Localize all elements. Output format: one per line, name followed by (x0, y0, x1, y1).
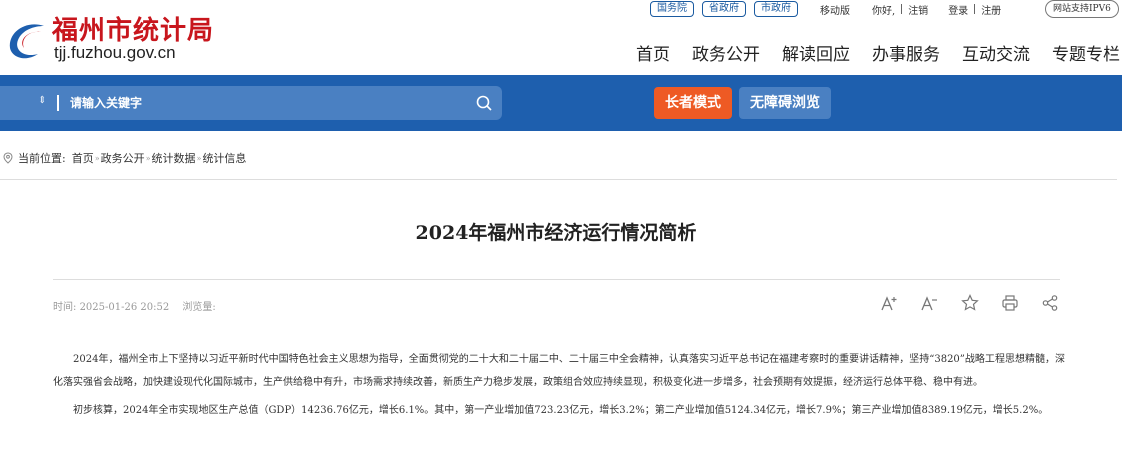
search-icon[interactable] (476, 95, 492, 111)
font-increase-icon[interactable] (880, 293, 900, 313)
divider (974, 4, 976, 14)
share-icon[interactable] (1040, 293, 1060, 313)
elder-mode-button[interactable]: 长者模式 (654, 87, 732, 119)
breadcrumb: 当前位置: 首页 » 政务公开 » 统计数据 » 统计信息 (0, 150, 246, 166)
breadcrumb-separator: » (94, 153, 100, 163)
views-label: 浏览量: (182, 302, 216, 313)
breadcrumb-stat-data[interactable]: 统计数据 (152, 150, 196, 166)
breadcrumb-gov-affairs[interactable]: 政务公开 (101, 150, 145, 166)
nav-interpretation[interactable]: 解读回应 (782, 40, 850, 65)
accessible-browse-button[interactable]: 无障碍浏览 (739, 87, 831, 119)
greeting: 你好, (872, 5, 896, 17)
search-divider (57, 95, 59, 111)
link-register[interactable]: 注册 (981, 2, 1001, 17)
search-band: ⇕ 长者模式 无障碍浏览 (0, 75, 1122, 131)
article-paragraph: 2024年，福州全市上下坚持以习近平新时代中国特色社会主义思想为指导，全面贯彻党… (53, 354, 1065, 388)
article-paragraph: 初步核算，2024年全市实现地区生产总值（GDP）14236.76亿元，增长6.… (73, 405, 1049, 416)
publish-time: 2025-01-26 20:52 (79, 302, 170, 313)
divider (53, 279, 1060, 280)
article-title: 2024年福州市经济运行情况简析 (415, 222, 697, 244)
article-tools (880, 293, 1080, 313)
site-domain: tjj.fuzhou.gov.cn (54, 43, 176, 62)
ipv6-badge: 网站支持IPV6 (1045, 0, 1119, 18)
logo-icon (9, 24, 44, 59)
time-label: 时间: (53, 302, 77, 313)
favorite-star-icon[interactable] (960, 293, 980, 313)
nav-gov-affairs[interactable]: 政务公开 (692, 40, 760, 65)
location-pin-icon (3, 151, 13, 164)
link-city-gov[interactable]: 市政府 (754, 1, 798, 17)
breadcrumb-separator: » (145, 153, 151, 163)
divider (901, 4, 903, 14)
link-login[interactable]: 登录 (948, 2, 968, 17)
nav-topics[interactable]: 专题专栏 (1052, 40, 1120, 65)
article-body: 2024年，福州全市上下坚持以习近平新时代中国特色社会主义思想为指导，全面贯彻党… (53, 348, 1065, 427)
breadcrumb-home[interactable]: 首页 (72, 150, 94, 166)
font-decrease-icon[interactable] (920, 293, 940, 313)
link-mobile[interactable]: 移动版 (820, 2, 850, 17)
search-scope-select[interactable]: ⇕ (38, 95, 46, 106)
search-input[interactable] (70, 86, 450, 120)
site-logo[interactable]: 福州市统计局 tjj.fuzhou.gov.cn (4, 8, 224, 68)
search-bar: ⇕ (0, 86, 502, 120)
divider (0, 179, 1117, 180)
site-header: 福州市统计局 tjj.fuzhou.gov.cn 国务院 省政府 市政府 移动版… (0, 0, 1122, 75)
nav-home[interactable]: 首页 (636, 40, 670, 65)
print-icon[interactable] (1000, 293, 1020, 313)
link-logout[interactable]: 注销 (908, 2, 928, 17)
breadcrumb-label: 当前位置: (18, 152, 66, 165)
site-title: 福州市统计局 (52, 16, 215, 46)
link-provincial-gov[interactable]: 省政府 (702, 1, 746, 17)
breadcrumb-separator: » (196, 153, 202, 163)
nav-services[interactable]: 办事服务 (872, 40, 940, 65)
article-meta: 时间: 2025-01-26 20:52 浏览量: (53, 298, 226, 313)
top-links: 国务院 省政府 市政府 移动版 你好, 注销 登录 注册 (650, 0, 1001, 18)
breadcrumb-stat-info[interactable]: 统计信息 (202, 150, 246, 166)
nav-interaction[interactable]: 互动交流 (962, 40, 1030, 65)
main-nav: 首页 政务公开 解读回应 办事服务 互动交流 专题专栏 (636, 40, 1120, 65)
link-state-council[interactable]: 国务院 (650, 1, 694, 17)
